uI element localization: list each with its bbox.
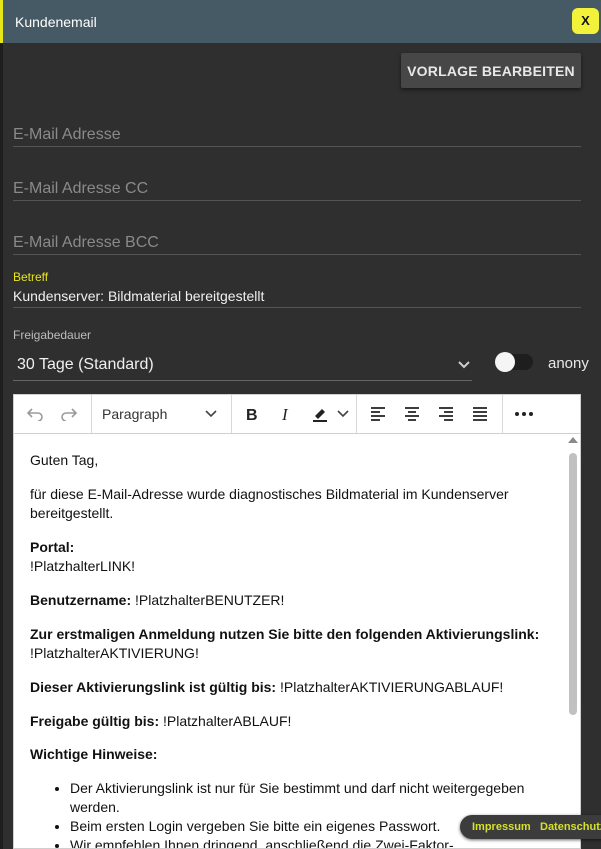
align-left-icon[interactable] — [366, 395, 390, 433]
activation-block: Zur erstmaligen Anmeldung nutzen Sie bit… — [30, 625, 550, 663]
list-item: Der Aktivierungslink ist nur für Sie bes… — [70, 779, 540, 817]
scroll-up-icon[interactable] — [568, 437, 578, 443]
edit-template-button[interactable]: VORLAGE BEARBEITEN — [401, 53, 581, 88]
undo-icon[interactable] — [22, 395, 48, 433]
editor-content[interactable]: Guten Tag, für diese E-Mail-Adresse wurd… — [14, 434, 566, 848]
highlight-chevron-icon[interactable] — [336, 395, 350, 433]
release-duration-value: 30 Tage (Standard) — [17, 356, 154, 373]
dialog-title: Kundenemail — [15, 14, 97, 30]
portal-label: Portal: — [30, 539, 75, 555]
release-valid-block: Freigabe gültig bis: !PlatzhalterABLAUF! — [30, 712, 550, 731]
email-cc-field[interactable]: E-Mail Adresse CC — [13, 176, 581, 201]
datenschutz-link[interactable]: Datenschutz — [540, 821, 601, 833]
activation-label: Zur erstmaligen Anmeldung nutzen Sie bit… — [30, 626, 540, 642]
highlight-icon[interactable] — [308, 395, 332, 433]
release-duration-select[interactable]: 30 Tage (Standard) — [13, 350, 472, 381]
username-block: Benutzername: !PlatzhalterBENUTZER! — [30, 591, 550, 610]
more-icon[interactable] — [511, 395, 537, 433]
align-right-icon[interactable] — [434, 395, 458, 433]
notes-heading: Wichtige Hinweise: — [30, 745, 550, 764]
email-cc-placeholder: E-Mail Adresse CC — [13, 180, 149, 197]
release-valid-value: !PlatzhalterABLAUF! — [159, 713, 292, 729]
italic-icon[interactable]: I — [274, 395, 298, 433]
bold-icon[interactable]: B — [240, 395, 264, 433]
footer-links: Impressum Datenschutz — [460, 815, 601, 839]
redo-icon[interactable] — [56, 395, 82, 433]
release-valid-label: Freigabe gültig bis: — [30, 713, 160, 729]
release-duration-label: Freigabedauer — [13, 328, 92, 342]
email-placeholder: E-Mail Adresse — [13, 126, 121, 143]
block-format-select[interactable]: Paragraph — [102, 395, 192, 433]
scrollbar-thumb[interactable] — [569, 453, 577, 715]
close-button[interactable]: X — [572, 8, 599, 34]
anonymous-label: anony — [548, 355, 589, 372]
rich-text-editor[interactable]: Paragraph B I Guten Tag, für diese E-Mai… — [13, 394, 581, 849]
notes-label: Wichtige Hinweise: — [30, 746, 158, 762]
svg-text:I: I — [281, 406, 289, 422]
email-bcc-placeholder: E-Mail Adresse BCC — [13, 234, 159, 251]
svg-text:B: B — [246, 407, 258, 422]
activation-valid-label: Dieser Aktivierungslink ist gültig bis: — [30, 679, 277, 695]
subject-field[interactable]: Kundenserver: Bildmaterial bereitgestell… — [13, 288, 581, 308]
editor-toolbar: Paragraph B I — [14, 395, 580, 434]
email-field[interactable]: E-Mail Adresse — [13, 122, 581, 147]
username-value: !PlatzhalterBENUTZER! — [131, 592, 285, 608]
align-center-icon[interactable] — [400, 395, 424, 433]
activation-valid-value: !PlatzhalterAKTIVIERUNGABLAUF! — [276, 679, 504, 695]
impressum-link[interactable]: Impressum — [472, 821, 531, 833]
chevron-down-icon — [458, 358, 470, 372]
activation-valid-block: Dieser Aktivierungslink ist gültig bis: … — [30, 678, 550, 697]
greeting-text: Guten Tag, — [30, 452, 99, 468]
subject-label: Betreff — [13, 270, 49, 284]
block-format-chevron-icon[interactable] — [204, 395, 218, 433]
dialog-titlebar: Kundenemail X — [0, 0, 601, 43]
align-justify-icon[interactable] — [468, 395, 492, 433]
anonymous-toggle[interactable] — [495, 352, 533, 372]
intro-text: für diese E-Mail-Adresse wurde diagnosti… — [30, 486, 509, 521]
username-label: Benutzername: — [30, 592, 132, 608]
activation-value: !PlatzhalterAKTIVIERUNG! — [30, 645, 199, 661]
portal-value: !PlatzhalterLINK! — [30, 558, 136, 574]
portal-block: Portal: !PlatzhalterLINK! — [30, 538, 550, 576]
email-bcc-field[interactable]: E-Mail Adresse BCC — [13, 230, 581, 255]
toggle-knob — [495, 352, 515, 372]
